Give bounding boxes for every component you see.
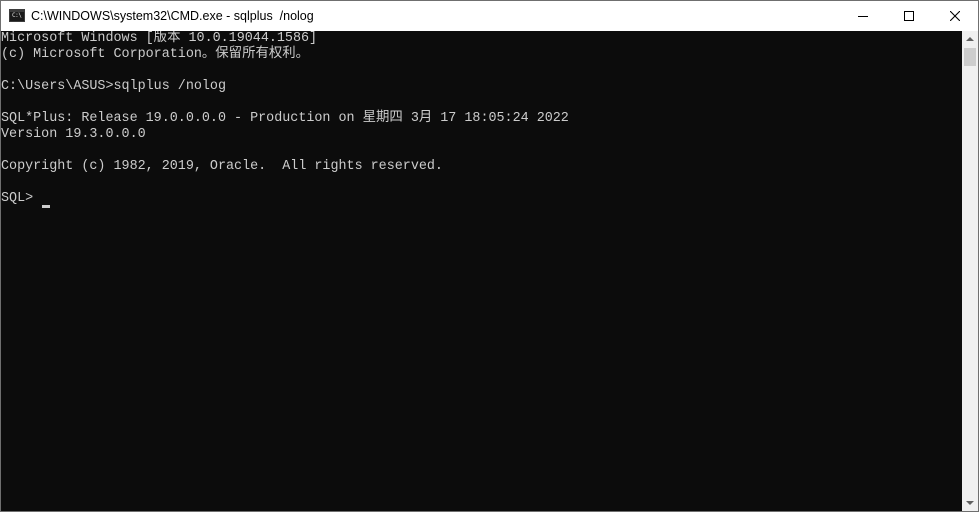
console-line: (c) Microsoft Corporation。保留所有权利。 [1,47,310,62]
sql-prompt: SQL> [1,191,42,206]
text-cursor [42,205,50,208]
title-bar[interactable]: C:\ C:\WINDOWS\system32\CMD.exe - sqlplu… [1,1,978,31]
cmd-icon[interactable]: C:\ [9,9,25,22]
console-line: Microsoft Windows [版本 10.0.19044.1586] [1,31,318,46]
minimize-icon [858,16,868,17]
console-line: C:\Users\ASUS>sqlplus /nolog [1,79,226,94]
close-icon [950,11,960,21]
cmd-window: C:\ C:\WINDOWS\system32\CMD.exe - sqlplu… [0,0,979,512]
scroll-thumb[interactable] [964,48,976,66]
window-title: C:\WINDOWS\system32\CMD.exe - sqlplus /n… [31,9,314,23]
cmd-icon-text: C:\ [12,12,22,19]
console-line: Version 19.3.0.0.0 [1,127,146,142]
vertical-scrollbar[interactable] [962,31,978,511]
minimize-button[interactable] [840,1,886,31]
maximize-button[interactable] [886,1,932,31]
scroll-down-arrow-icon[interactable] [962,495,978,511]
scroll-up-arrow-icon[interactable] [962,31,978,47]
console-line: SQL*Plus: Release 19.0.0.0.0 - Productio… [1,111,569,126]
close-button[interactable] [932,1,978,31]
console-output[interactable]: Microsoft Windows [版本 10.0.19044.1586] (… [1,31,962,511]
maximize-icon [904,11,914,21]
console-line: Copyright (c) 1982, 2019, Oracle. All ri… [1,159,443,174]
